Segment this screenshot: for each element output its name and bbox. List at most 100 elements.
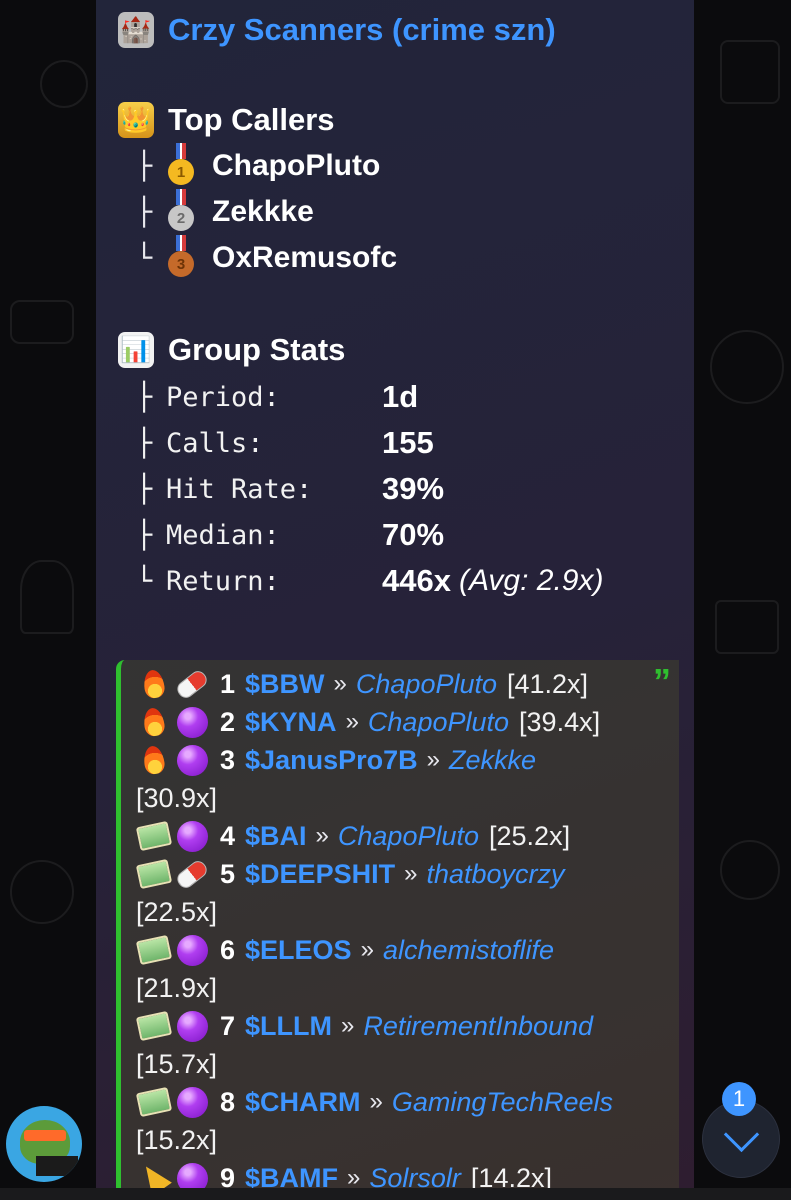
top-caller-item: ├ 2 Zekkke: [136, 189, 314, 234]
ticker-link[interactable]: $ELEOS: [245, 935, 352, 966]
chevron-down-icon: [723, 1116, 759, 1152]
caller-link[interactable]: ChapoPluto: [338, 821, 479, 852]
stat-value: 446x: [382, 563, 451, 598]
stat-row-hit-rate: ├ Hit Rate: 39%: [136, 467, 444, 511]
purple-circle-icon: [176, 1010, 208, 1042]
ticker-link[interactable]: $DEEPSHIT: [245, 859, 395, 890]
sunglasses-icon: [24, 1130, 66, 1141]
money-with-wings-icon: [138, 934, 170, 966]
caller-link[interactable]: thatboycrzy: [426, 859, 564, 890]
castle-icon: 🏰: [118, 12, 154, 48]
money-with-wings-icon: [138, 1086, 170, 1118]
call-row: 1 $BBW » ChapoPluto [41.2x]: [138, 665, 588, 703]
call-rank: 4: [220, 820, 236, 851]
doodle-circle: [40, 60, 88, 108]
call-row: 5 $DEEPSHIT » thatboycrzy: [138, 855, 565, 893]
ticker-link[interactable]: $CHARM: [245, 1087, 361, 1118]
separator: »: [341, 1012, 355, 1039]
purple-circle-icon: [176, 706, 208, 738]
call-multiplier: [15.7x]: [136, 1048, 218, 1079]
ticker-link[interactable]: $BAI: [245, 821, 307, 852]
ticker-link[interactable]: $BBW: [245, 669, 325, 700]
sender-avatar[interactable]: [6, 1106, 82, 1182]
call-rank: 1: [220, 668, 236, 699]
call-row: 8 $CHARM » GamingTechReels: [138, 1083, 613, 1121]
call-rank: 6: [220, 934, 236, 965]
call-row: 2 $KYNA » ChapoPluto [39.4x]: [138, 703, 600, 741]
stat-value: 39%: [382, 471, 445, 506]
separator: »: [315, 822, 329, 849]
stat-label: Calls:: [166, 427, 264, 459]
doodle-dino: [20, 560, 74, 634]
call-multiplier: [39.4x]: [519, 706, 601, 737]
pill-icon: [176, 858, 208, 890]
separator: »: [360, 936, 374, 963]
purple-circle-icon: [176, 1086, 208, 1118]
call-multiplier: [25.2x]: [489, 820, 571, 851]
caller-link[interactable]: ChapoPluto: [356, 669, 497, 700]
section-title: Top Callers: [168, 102, 335, 137]
caller-name: ChapoPluto: [212, 149, 381, 182]
call-row-continuation: [15.7x]: [136, 1045, 217, 1083]
gold-medal-icon: 1: [168, 143, 194, 185]
section-title: Group Stats: [168, 332, 346, 367]
group-stats-header: 📊 Group Stats: [118, 328, 345, 372]
message-bubble[interactable]: 🏰 Crzy Scanners (crime szn) 👑 Top Caller…: [96, 0, 694, 1200]
caller-link[interactable]: alchemistoflife: [383, 935, 554, 966]
tree-branch: ├: [136, 427, 153, 459]
silver-medal-icon: 2: [168, 189, 194, 231]
call-multiplier: [21.9x]: [136, 972, 218, 1003]
money-with-wings-icon: [138, 1010, 170, 1042]
quote-icon: ”: [653, 661, 671, 702]
call-row-continuation: [22.5x]: [136, 893, 217, 931]
tree-branch: ├: [136, 150, 153, 182]
ticker-link[interactable]: $KYNA: [245, 707, 337, 738]
bronze-medal-icon: 3: [168, 235, 194, 277]
stat-value: 155: [382, 425, 434, 460]
call-row: 7 $LLLM » RetirementInbound: [138, 1007, 593, 1045]
stat-row-return: └ Return: 446x (Avg: 2.9x): [136, 559, 603, 603]
doodle-ball: [710, 330, 784, 404]
call-rank: 2: [220, 706, 236, 737]
message-title: 🏰 Crzy Scanners (crime szn): [118, 8, 556, 52]
crown-icon: 👑: [118, 102, 154, 138]
tree-branch: ├: [136, 196, 153, 228]
call-row: 4 $BAI » ChapoPluto [25.2x]: [138, 817, 570, 855]
fire-icon: [138, 706, 170, 738]
call-multiplier: [15.2x]: [136, 1124, 218, 1155]
stat-label: Hit Rate:: [166, 473, 313, 505]
stat-value: 1d: [382, 379, 419, 414]
call-row: 3 $JanusPro7B » Zekkke: [138, 741, 536, 779]
tree-branch: ├: [136, 473, 153, 505]
group-title-link[interactable]: Crzy Scanners (crime szn): [168, 12, 556, 48]
ticker-link[interactable]: $JanusPro7B: [245, 745, 418, 776]
bottom-bar: [0, 1188, 791, 1200]
ticker-link[interactable]: $LLLM: [245, 1011, 332, 1042]
stat-average: (Avg: 2.9x): [458, 564, 604, 597]
purple-circle-icon: [176, 744, 208, 776]
call-rank: 8: [220, 1086, 236, 1117]
tree-branch: └: [136, 565, 153, 597]
top-caller-item: ├ 1 ChapoPluto: [136, 143, 381, 188]
call-multiplier: [41.2x]: [507, 668, 589, 699]
separator: »: [333, 670, 347, 697]
doodle-face: [10, 860, 74, 924]
tree-branch: └: [136, 242, 153, 274]
separator: »: [369, 1088, 383, 1115]
caller-link[interactable]: ChapoPluto: [368, 707, 509, 738]
caller-link[interactable]: Zekkke: [449, 745, 536, 776]
tree-branch: ├: [136, 519, 153, 551]
caller-link[interactable]: RetirementInbound: [363, 1011, 593, 1042]
caller-link[interactable]: GamingTechReels: [392, 1087, 613, 1118]
call-row: 6 $ELEOS » alchemistoflife: [138, 931, 554, 969]
tree-branch: ├: [136, 381, 153, 413]
doodle-cup: [720, 40, 780, 104]
call-rank: 7: [220, 1010, 236, 1041]
separator: »: [404, 860, 418, 887]
top-callers-header: 👑 Top Callers: [118, 98, 335, 142]
caller-name: Zekkke: [212, 195, 314, 228]
separator: »: [426, 746, 440, 773]
doodle-billiard: [720, 840, 780, 900]
caller-name: OxRemusofc: [212, 241, 398, 274]
money-with-wings-icon: [138, 820, 170, 852]
